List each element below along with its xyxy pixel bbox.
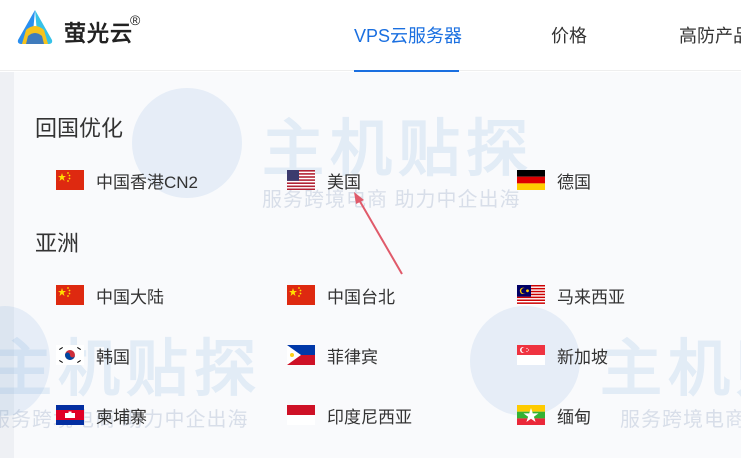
region-label: 美国: [327, 172, 361, 192]
cambodia-flag-icon: [56, 405, 84, 425]
region-label: 柬埔寨: [96, 407, 147, 427]
nav-pricing[interactable]: 价格: [551, 22, 587, 48]
myanmar-flag-icon: [517, 405, 545, 425]
region-hongkong-cn2[interactable]: 中国香港CN2: [56, 165, 198, 195]
brand-name[interactable]: 萤光云: [64, 16, 133, 48]
germany-flag-icon: [517, 170, 545, 190]
korea-flag-icon: [56, 345, 84, 365]
region-china-taipei[interactable]: 中国台北: [287, 280, 395, 310]
philippines-flag-icon: [287, 345, 315, 365]
region-singapore[interactable]: 新加坡: [517, 340, 608, 370]
region-label: 新加坡: [557, 347, 608, 367]
region-label: 中国香港CN2: [96, 172, 199, 192]
region-korea[interactable]: 韩国: [56, 340, 130, 370]
region-indonesia[interactable]: 印度尼西亚: [287, 400, 412, 430]
annotation-arrow: [354, 192, 403, 275]
left-edge-strip: [0, 72, 14, 458]
section-title-asia: 亚洲: [35, 231, 80, 256]
page: 萤光云 ® VPS云服务器 价格 高防产品 主机贴探 服务跨境电商 助力中企出海…: [0, 0, 741, 458]
registered-mark: ®: [130, 12, 141, 28]
region-label: 德国: [557, 172, 591, 192]
china-flag-icon: [56, 285, 84, 305]
region-label: 缅甸: [557, 407, 591, 427]
region-label: 菲律宾: [327, 347, 378, 367]
nav-vps-cloud-server[interactable]: VPS云服务器: [354, 22, 462, 48]
section-title-return-optimized: 回国优化: [35, 116, 124, 141]
region-label: 中国台北: [327, 287, 395, 307]
region-malaysia[interactable]: 马来西亚: [517, 280, 625, 310]
region-label: 韩国: [96, 347, 130, 367]
top-header: 萤光云 ® VPS云服务器 价格 高防产品: [0, 0, 741, 71]
region-cambodia[interactable]: 柬埔寨: [56, 400, 147, 430]
region-label: 印度尼西亚: [327, 407, 412, 427]
region-myanmar[interactable]: 缅甸: [517, 400, 591, 430]
china-flag-icon: [56, 170, 84, 190]
nav-ddos-products[interactable]: 高防产品: [679, 22, 741, 48]
usa-flag-icon: [287, 170, 315, 190]
singapore-flag-icon: [517, 345, 545, 365]
indonesia-flag-icon: [287, 405, 315, 425]
logo-icon[interactable]: [14, 8, 56, 46]
region-china-mainland[interactable]: 中国大陆: [56, 280, 164, 310]
malaysia-flag-icon: [517, 285, 545, 305]
china-flag-icon: [287, 285, 315, 305]
region-label: 中国大陆: [96, 287, 164, 307]
region-philippines[interactable]: 菲律宾: [287, 340, 378, 370]
region-label: 马来西亚: [557, 287, 625, 307]
region-germany[interactable]: 德国: [517, 165, 591, 195]
